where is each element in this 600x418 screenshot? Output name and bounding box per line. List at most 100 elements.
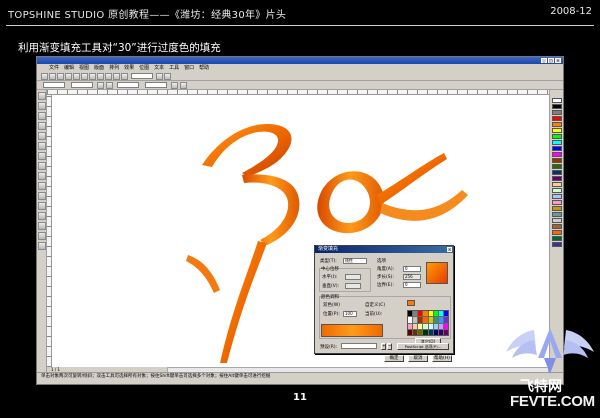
swatch-light-gray[interactable] [552,218,562,223]
remove-preset-button[interactable]: − [387,343,392,350]
basic-shapes-tool-icon[interactable] [38,182,46,190]
menu-edit[interactable]: 编辑 [64,64,74,72]
swatch-white[interactable] [552,98,562,103]
swatch-orange[interactable] [552,122,562,127]
gradient-band[interactable] [321,324,383,337]
menu-layout[interactable]: 版面 [94,64,104,72]
app-launcher-button[interactable] [156,72,163,80]
swatch-magenta[interactable] [552,152,562,157]
export-button[interactable] [121,72,128,80]
swatch-teal[interactable] [552,212,562,217]
ribbon-3-middle-loop[interactable] [242,174,300,245]
eyedropper-tool-icon[interactable] [38,212,46,220]
palette-cell[interactable] [428,323,433,329]
swatch-pink[interactable] [552,200,562,205]
palette-cell[interactable] [408,323,413,329]
two-color-radio[interactable]: 双色(W) [323,302,340,308]
swatch-black[interactable] [552,104,562,109]
palette-cell[interactable] [428,311,433,317]
ribbon-30-artwork[interactable] [52,95,551,367]
swatch-dark-orange[interactable] [552,230,562,235]
copy-button[interactable] [81,72,88,80]
rectangle-tool-icon[interactable] [38,152,46,160]
palette-cell[interactable] [443,329,448,335]
page-size-field[interactable] [43,82,65,88]
palette-cell[interactable] [413,329,418,335]
portrait-button[interactable] [97,81,104,89]
menu-bitmaps[interactable]: 位图 [139,64,149,72]
fill-tool-icon[interactable] [38,232,46,240]
palette-cell[interactable] [438,329,443,335]
zoom-level-field[interactable] [131,73,153,79]
palette-cell[interactable] [438,317,443,323]
swatch-gray[interactable] [552,110,562,115]
swatch-forest[interactable] [552,236,562,241]
angle-input[interactable]: 0 [403,266,421,272]
swatch-red[interactable] [552,116,562,121]
ribbon-left-flourish[interactable] [186,255,220,293]
horizontal-offset-input[interactable] [345,274,361,280]
palette-cell[interactable] [433,317,438,323]
snap-button[interactable] [171,81,178,89]
dialog-close-button[interactable]: × [447,247,452,252]
palette-cell[interactable] [423,317,428,323]
swatch-gold[interactable] [552,206,562,211]
palette-cell[interactable] [413,317,418,323]
undo-button[interactable] [97,72,104,80]
new-doc-button[interactable] [41,72,48,80]
interactive-fill-tool-icon[interactable] [38,242,46,250]
swatch-blue[interactable] [552,146,562,151]
menu-file[interactable]: 文件 [49,64,59,72]
swatch-sky[interactable] [552,194,562,199]
units-field[interactable] [117,82,139,88]
palette-cell[interactable] [413,311,418,317]
swatch-indigo[interactable] [552,242,562,247]
paste-button[interactable] [89,72,96,80]
open-button[interactable] [49,72,56,80]
help-button[interactable]: 帮助(H) [432,355,452,362]
text-tool-icon[interactable] [38,192,46,200]
palette-cell[interactable] [443,317,448,323]
nudge-field[interactable] [145,82,167,88]
menu-tools[interactable]: 工具 [169,64,179,72]
palette-cell[interactable] [418,329,423,335]
save-button[interactable] [57,72,64,80]
swatch-mint[interactable] [552,188,562,193]
menu-view[interactable]: 视图 [79,64,89,72]
cancel-button[interactable]: 取消 [408,355,428,362]
corel-online-button[interactable] [164,72,171,80]
landscape-button[interactable] [106,81,113,89]
swatch-dark-green[interactable] [552,164,562,169]
custom-radio[interactable]: 自定义(C) [365,302,385,308]
swatch-brown[interactable] [552,158,562,163]
ribbon-3-top-sweep[interactable] [202,124,292,177]
crop-tool-icon[interactable] [38,112,46,120]
add-preset-button[interactable]: + [381,343,386,350]
color-palette-grid[interactable] [407,310,449,336]
ribbon-0-ring[interactable] [317,171,384,234]
redo-button[interactable] [105,72,112,80]
menu-text[interactable]: 文本 [154,64,164,72]
swatch-green[interactable] [552,134,562,139]
palette-cell[interactable] [428,329,433,335]
palette-cell[interactable] [433,323,438,329]
drawing-canvas[interactable]: 渐变填充 × 类型(T): 线性 中心位移 水平(I): 垂直(V): 选项 角… [52,95,551,367]
palette-cell[interactable] [418,317,423,323]
palette-cell[interactable] [413,323,418,329]
maximize-button[interactable]: □ [548,58,554,63]
vertical-offset-input[interactable] [345,283,361,289]
minimize-button[interactable]: _ [541,58,547,63]
swatch-purple[interactable] [552,176,562,181]
ribbon-0-tail[interactable] [377,153,447,205]
smart-fill-tool-icon[interactable] [38,142,46,150]
steps-input[interactable]: 256 [403,274,421,280]
palette-cell[interactable] [443,323,448,329]
zoom-tool-icon[interactable] [38,122,46,130]
page-width-field[interactable] [71,82,93,88]
type-select[interactable]: 线性 [343,258,367,264]
swatch-navy[interactable] [552,170,562,175]
postscript-options-button[interactable]: PostScript 选项(P)... [397,343,449,350]
palette-cell[interactable] [423,329,428,335]
ellipse-tool-icon[interactable] [38,162,46,170]
palette-cell[interactable] [438,323,443,329]
